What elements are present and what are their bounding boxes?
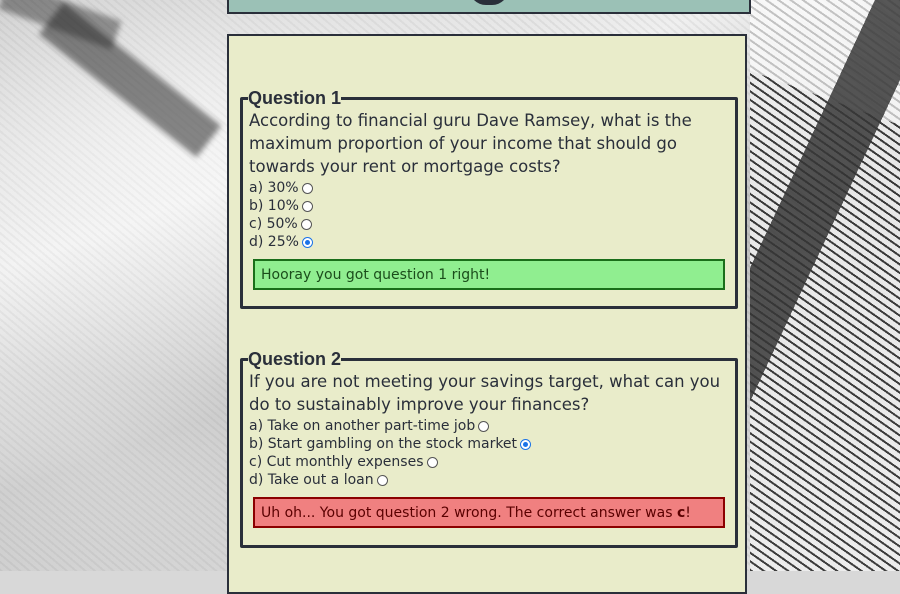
- radio-button[interactable]: [426, 456, 438, 468]
- option-label: a) 30%: [249, 180, 299, 196]
- header-card: [227, 0, 751, 14]
- feedback-suffix: !: [685, 504, 691, 521]
- feedback-text: Uh oh... You got question 2 wrong. The c…: [261, 505, 691, 521]
- option-c[interactable]: c) 50%: [249, 215, 729, 233]
- radio-button[interactable]: [301, 200, 313, 212]
- feedback-correct: Hooray you got question 1 right!: [253, 259, 725, 290]
- option-c[interactable]: c) Cut monthly expenses: [249, 453, 729, 471]
- question-2-text: If you are not meeting your savings targ…: [249, 372, 721, 414]
- feedback-text: Hooray you got question 1 right!: [261, 266, 491, 283]
- option-label: b) 10%: [249, 198, 299, 214]
- option-label: c) Cut monthly expenses: [249, 454, 424, 470]
- radio-button-selected[interactable]: [301, 236, 313, 248]
- radio-button[interactable]: [376, 474, 388, 486]
- feedback-incorrect: Uh oh... You got question 2 wrong. The c…: [253, 497, 725, 528]
- banknote-texture: [750, 0, 900, 571]
- question-1-fieldset: Question 1 According to financial guru D…: [240, 88, 738, 309]
- radio-button[interactable]: [301, 182, 313, 194]
- question-2-legend: Question 2: [248, 349, 342, 369]
- question-1-legend: Question 1: [248, 88, 342, 108]
- option-label: a) Take on another part-time job: [249, 418, 476, 434]
- question-1-text: According to financial guru Dave Ramsey,…: [249, 111, 692, 176]
- radio-button[interactable]: [300, 218, 312, 230]
- option-b[interactable]: b) 10%: [249, 197, 729, 215]
- question-2-fieldset: Question 2 If you are not meeting your s…: [240, 349, 738, 548]
- option-label: d) 25%: [249, 234, 299, 250]
- option-label: b) Start gambling on the stock market: [249, 436, 518, 452]
- quiz-panel: Question 1 According to financial guru D…: [227, 34, 747, 594]
- option-a[interactable]: a) 30%: [249, 179, 729, 197]
- header-logo-arc: [469, 0, 509, 5]
- question-2-options: a) Take on another part-time job b) Star…: [249, 417, 729, 489]
- feedback-prefix: Uh oh... You got question 2 wrong. The c…: [261, 504, 677, 521]
- radio-button[interactable]: [478, 420, 490, 432]
- option-d[interactable]: d) 25%: [249, 233, 729, 251]
- option-a[interactable]: a) Take on another part-time job: [249, 417, 729, 435]
- option-d[interactable]: d) Take out a loan: [249, 471, 729, 489]
- option-b[interactable]: b) Start gambling on the stock market: [249, 435, 729, 453]
- option-label: c) 50%: [249, 216, 298, 232]
- option-label: d) Take out a loan: [249, 472, 374, 488]
- question-1-options: a) 30% b) 10% c) 50% d) 25%: [249, 179, 729, 251]
- radio-button-selected[interactable]: [520, 438, 532, 450]
